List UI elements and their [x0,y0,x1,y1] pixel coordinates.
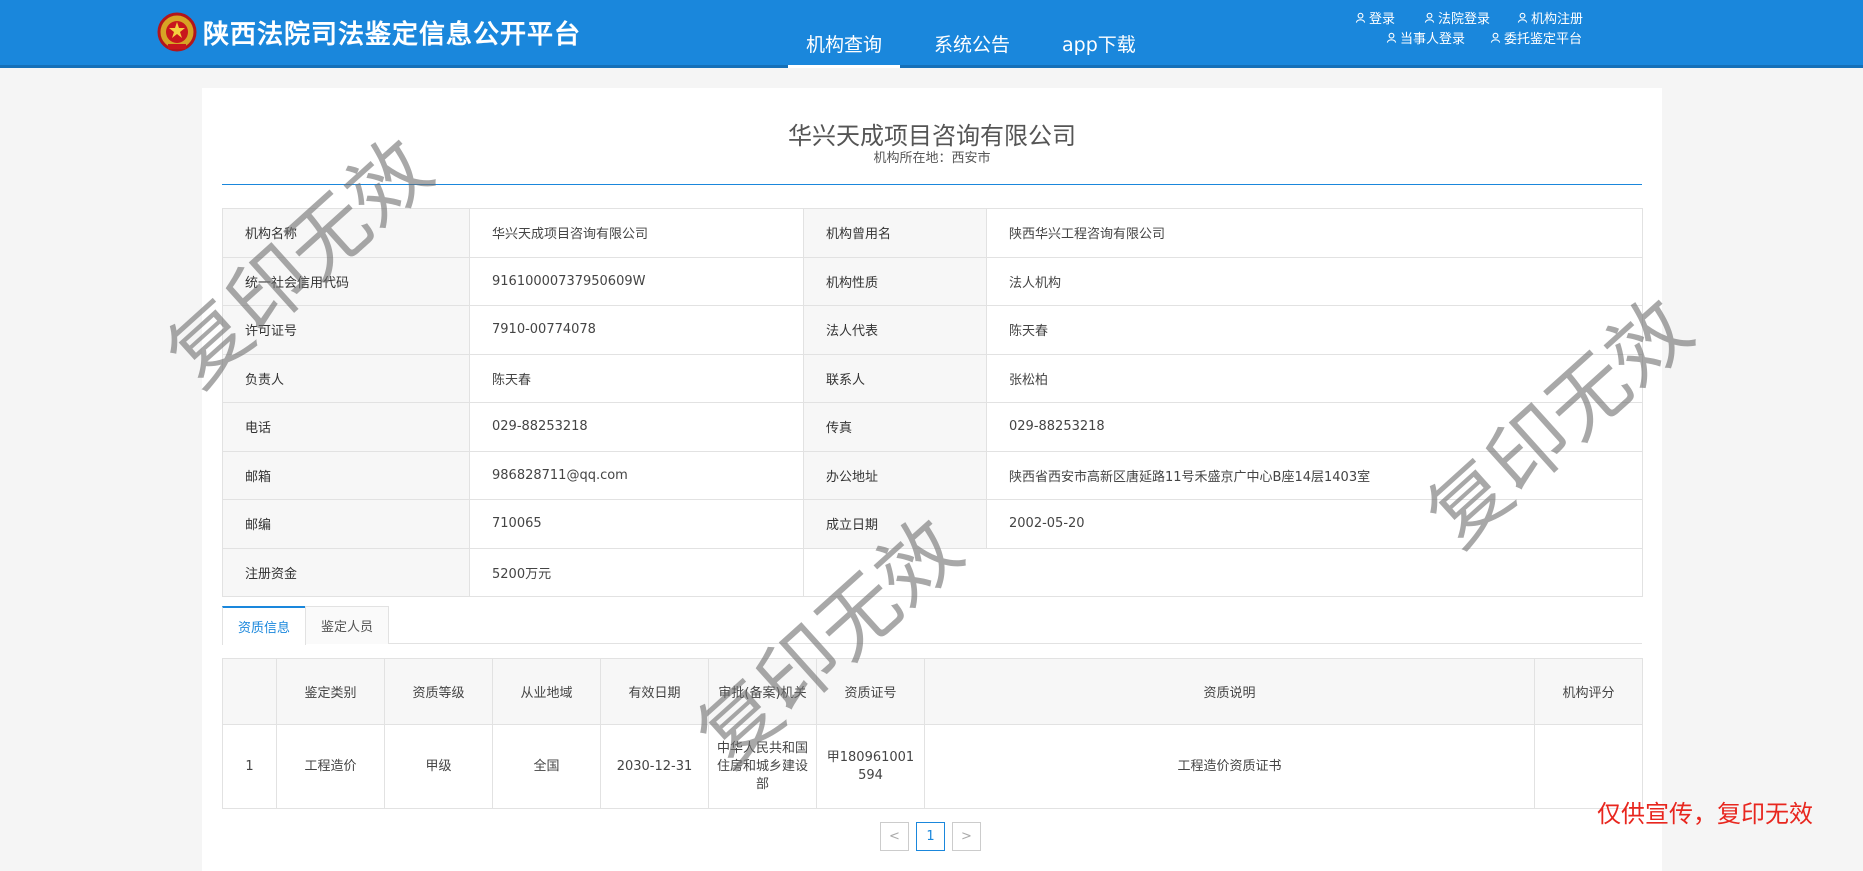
court-login-label: 法院登录 [1438,12,1491,27]
info-label: 成立日期 [803,499,987,549]
cell-cert-no: 甲180961001594 [816,724,925,809]
user-icon [1517,12,1528,23]
nav-org-query[interactable]: 机构查询 [780,0,908,68]
info-value: 986828711@qq.com [469,450,804,500]
cell-authority: 中华人民共和国住房和城乡建设部 [708,724,817,809]
page-1-button[interactable]: 1 [916,822,945,851]
table-row: 机构名称 华兴天成项目咨询有限公司 机构曾用名 陕西华兴工程咨询有限公司 [222,208,1643,258]
cell-valid-date: 2030-12-31 [600,724,709,809]
tab-qualification[interactable]: 资质信息 [222,606,307,645]
login-link[interactable]: 登录 [1355,8,1395,27]
info-label: 机构性质 [803,256,987,306]
info-label: 办公地址 [803,450,987,500]
tab-appraisers[interactable]: 鉴定人员 [305,606,390,644]
col-header-index [222,658,277,725]
qualification-table: 鉴定类别 资质等级 从业地域 有效日期 审批(备案)机关 资质证号 资质说明 机… [222,658,1643,809]
table-row: 统一社会信用代码 91610000737950609W 机构性质 法人机构 [222,256,1643,306]
promo-notice: 仅供宣传，复印无效 [1597,800,1813,828]
next-page-button[interactable]: > [952,822,981,851]
main-nav: 机构查询 系统公告 app下载 [780,0,1162,68]
org-register-label: 机构注册 [1531,12,1584,27]
info-label: 法人代表 [803,305,987,355]
login-label: 登录 [1369,12,1396,27]
table-row: 许可证号 7910-00774078 法人代表 陈天春 [222,305,1643,355]
info-label: 邮箱 [222,450,470,500]
user-icon [1424,12,1435,23]
info-label: 联系人 [803,353,987,403]
prev-page-button[interactable]: < [880,822,909,851]
info-value: 华兴天成项目咨询有限公司 [469,208,804,258]
col-header-description: 资质说明 [924,658,1535,725]
info-label: 电话 [222,402,470,452]
cell-description: 工程造价资质证书 [924,724,1535,809]
party-login-label: 当事人登录 [1400,32,1466,47]
nav-app-download[interactable]: app下载 [1036,0,1162,68]
info-value: 5200万元 [469,547,804,597]
top-header: 陕西法院司法鉴定信息公开平台 机构查询 系统公告 app下载 登录 法院登录 机… [0,0,1863,68]
org-detail-card: 华兴天成项目咨询有限公司 机构所在地：西安市 机构名称 华兴天成项目咨询有限公司… [202,88,1662,871]
info-value: 91610000737950609W [469,256,804,306]
col-header-valid-date: 有效日期 [600,658,709,725]
info-value: 陈天春 [469,353,804,403]
detail-tabs: 资质信息 鉴定人员 [222,606,1642,645]
site-title: 陕西法院司法鉴定信息公开平台 [203,20,582,50]
org-info-table: 机构名称 华兴天成项目咨询有限公司 机构曾用名 陕西华兴工程咨询有限公司 统一社… [222,208,1643,597]
info-value: 陕西省西安市高新区唐延路11号禾盛京广中心B座14层1403室 [986,450,1643,500]
info-value: 029-88253218 [986,402,1643,452]
empty-cell [803,547,1643,597]
info-value: 029-88253218 [469,402,804,452]
org-name-title: 华兴天成项目咨询有限公司 [788,122,1076,150]
info-label: 统一社会信用代码 [222,256,470,306]
entrust-platform-label: 委托鉴定平台 [1504,32,1583,47]
user-icon [1355,12,1366,23]
info-value: 陈天春 [986,305,1643,355]
info-label: 注册资金 [222,547,470,597]
info-label: 许可证号 [222,305,470,355]
info-label: 机构曾用名 [803,208,987,258]
cell-category: 工程造价 [276,724,385,809]
info-value: 2002-05-20 [986,499,1643,549]
info-label: 负责人 [222,353,470,403]
court-login-link[interactable]: 法院登录 [1424,8,1490,27]
org-register-link[interactable]: 机构注册 [1517,8,1583,27]
col-header-grade: 资质等级 [384,658,493,725]
col-header-score: 机构评分 [1534,658,1643,725]
table-row: 电话 029-88253218 传真 029-88253218 [222,402,1643,452]
user-icon [1490,32,1501,43]
info-value: 张松柏 [986,353,1643,403]
info-value: 法人机构 [986,256,1643,306]
pagination: < 1 > [880,822,988,851]
org-location: 机构所在地：西安市 [873,151,991,166]
user-icon [1386,32,1397,43]
table-row: 邮编 710065 成立日期 2002-05-20 [222,499,1643,549]
col-header-category: 鉴定类别 [276,658,385,725]
info-label: 邮编 [222,499,470,549]
info-label: 传真 [803,402,987,452]
info-value: 710065 [469,499,804,549]
nav-announcements[interactable]: 系统公告 [908,0,1036,68]
info-value: 陕西华兴工程咨询有限公司 [986,208,1643,258]
table-row: 1 工程造价 甲级 全国 2030-12-31 中华人民共和国住房和城乡建设部 … [222,724,1643,809]
col-header-cert-no: 资质证号 [816,658,925,725]
col-header-authority: 审批(备案)机关 [708,658,817,725]
cell-index: 1 [222,724,277,809]
table-row: 负责人 陈天春 联系人 张松柏 [222,353,1643,403]
info-value: 7910-00774078 [469,305,804,355]
cell-grade: 甲级 [384,724,493,809]
title-divider [222,184,1642,185]
court-emblem-icon [157,12,197,52]
cell-region: 全国 [492,724,601,809]
col-header-region: 从业地域 [492,658,601,725]
party-login-link[interactable]: 当事人登录 [1386,28,1465,47]
entrust-platform-link[interactable]: 委托鉴定平台 [1490,28,1582,47]
table-header-row: 鉴定类别 资质等级 从业地域 有效日期 审批(备案)机关 资质证号 资质说明 机… [222,658,1643,725]
table-row: 邮箱 986828711@qq.com 办公地址 陕西省西安市高新区唐延路11号… [222,450,1643,500]
table-row: 注册资金 5200万元 [222,547,1643,597]
info-label: 机构名称 [222,208,470,258]
